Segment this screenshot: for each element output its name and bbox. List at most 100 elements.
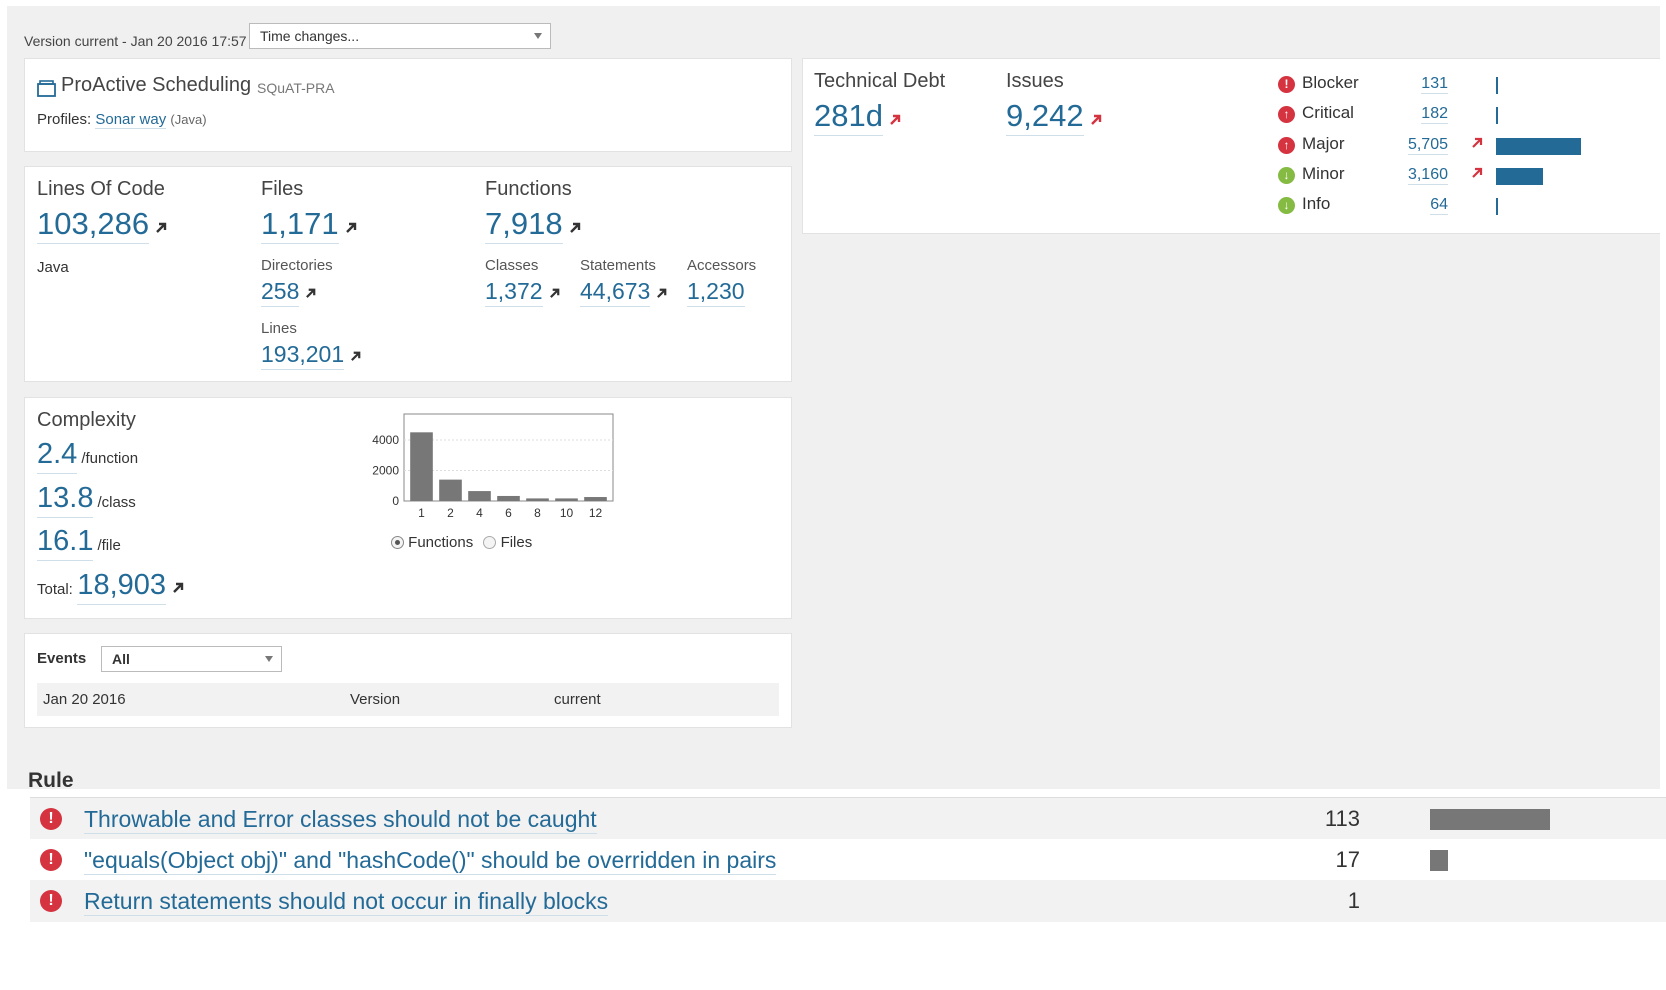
severity-count-link[interactable]: 64 [1430, 196, 1448, 215]
trend-up-icon [549, 286, 561, 304]
chart-x-tick-label: 8 [534, 506, 541, 520]
chart-plot-area [403, 413, 614, 502]
chart-x-tick-label: 10 [560, 506, 574, 520]
severity-count-link[interactable]: 131 [1421, 75, 1448, 94]
trend-up-icon [155, 221, 168, 239]
severity-name: Major [1302, 134, 1345, 153]
trend-up-icon [305, 286, 317, 304]
accessors-value[interactable]: 1,230 [687, 278, 745, 308]
loc-value[interactable]: 103,286 [37, 206, 150, 245]
complexity-file-value[interactable]: 16.1 [37, 525, 94, 561]
complexity-total-label: Total: [37, 581, 73, 598]
rule-count: 1 [1347, 888, 1360, 913]
rule-bar [1430, 809, 1550, 830]
chart-x-tick-label: 6 [505, 506, 512, 520]
profile-link[interactable]: Sonar way [95, 111, 167, 129]
event-type: Version [350, 691, 401, 708]
complexity-card: Complexity 2.4/function 13.8/class 16.1/… [24, 397, 792, 619]
technical-debt-label: Technical Debt [814, 70, 946, 92]
time-changes-value: Time changes... [260, 28, 360, 44]
files-value[interactable]: 1,171 [261, 206, 339, 245]
functions-value[interactable]: 7,918 [485, 206, 563, 245]
chart-x-tick-label: 12 [589, 506, 603, 520]
functions-radio[interactable] [391, 536, 404, 549]
chart-y-tick-label: 0 [392, 494, 399, 508]
rule-link[interactable]: Return statements should not occur in fi… [84, 888, 609, 916]
trend-up-icon [345, 221, 358, 239]
time-changes-select[interactable]: Time changes... [249, 23, 551, 49]
blocker-icon: ! [40, 890, 62, 912]
rule-row: ! Throwable and Error classes should not … [30, 798, 1666, 840]
profiles-line: Profiles: Sonar way (Java) [37, 111, 207, 129]
severity-count-link[interactable]: 5,705 [1407, 136, 1448, 155]
chart-bar [410, 432, 433, 501]
severity-row-blocker: ! Blocker 131 [1278, 73, 1638, 97]
issues-value[interactable]: 9,242 [1006, 98, 1084, 137]
technical-debt-value[interactable]: 281d [814, 98, 883, 137]
complexity-function-unit: /function [81, 450, 139, 467]
directories-label: Directories [261, 257, 333, 274]
trend-up-icon [569, 221, 582, 239]
blocker-icon: ! [40, 808, 62, 830]
critical-icon: ↑ [1278, 106, 1295, 123]
loc-measure: 103,286 [37, 206, 168, 245]
rule-row: ! "equals(Object obj)" and "hashCode()" s… [30, 839, 1666, 881]
major-icon: ↑ [1278, 137, 1295, 154]
profile-language: (Java) [170, 112, 207, 127]
chart-bar [584, 497, 607, 501]
files-label: Files [261, 178, 304, 200]
rule-bar [1430, 850, 1448, 871]
severity-name: Info [1302, 194, 1331, 213]
classes-value[interactable]: 1,372 [485, 278, 543, 308]
severity-count-link[interactable]: 182 [1421, 105, 1448, 124]
rule-link[interactable]: Throwable and Error classes should not b… [84, 806, 597, 834]
lines-value[interactable]: 193,201 [261, 341, 345, 371]
complexity-total-value[interactable]: 18,903 [77, 569, 167, 605]
classes-measure: 1,372 [485, 278, 561, 308]
chart-bar [497, 495, 520, 501]
trend-up-icon [172, 581, 185, 599]
severity-bar [1496, 107, 1498, 124]
events-label: Events [37, 650, 87, 667]
files-measure: 1,171 [261, 206, 358, 245]
chart-x-tick-label: 4 [476, 506, 483, 520]
project-icon [37, 80, 56, 102]
complexity-title: Complexity [37, 409, 136, 431]
events-filter-select[interactable]: All [101, 646, 282, 672]
project-key: SQuAT-PRA [257, 80, 335, 96]
chevron-down-icon [265, 656, 273, 662]
directories-value[interactable]: 258 [261, 278, 300, 308]
events-filter-value: All [112, 651, 130, 667]
complexity-function-value[interactable]: 2.4 [37, 438, 78, 474]
loc-label: Lines Of Code [37, 178, 165, 200]
rule-row: ! Return statements should not occur in f… [30, 880, 1666, 922]
minor-icon: ↓ [1278, 167, 1295, 184]
trend-up-icon [350, 349, 362, 367]
version-label: Version current - Jan 20 2016 17:57 [24, 33, 247, 49]
statements-measure: 44,673 [580, 278, 668, 308]
chart-bar [526, 498, 549, 501]
trend-up-red-icon [1090, 113, 1103, 131]
files-radio[interactable] [483, 536, 497, 549]
project-name: ProActive Scheduling [61, 74, 252, 96]
statements-value[interactable]: 44,673 [580, 278, 651, 308]
classes-label: Classes [485, 257, 539, 274]
rule-link[interactable]: "equals(Object obj)" and "hashCode()" sh… [84, 847, 777, 875]
chart-x-tick-label: 2 [447, 506, 454, 520]
rule-header: Rule [28, 769, 74, 792]
severity-count-link[interactable]: 3,160 [1407, 166, 1448, 185]
event-date: Jan 20 2016 [43, 691, 126, 708]
severity-bar [1496, 168, 1543, 185]
complexity-class-value[interactable]: 13.8 [37, 482, 94, 518]
profiles-label: Profiles: [37, 111, 92, 128]
directories-measure: 258 [261, 278, 317, 308]
lines-label: Lines [261, 320, 297, 337]
rule-count: 113 [1324, 806, 1360, 831]
severity-name: Minor [1302, 164, 1345, 183]
severity-row-minor: ↓ Minor 3,160 [1278, 164, 1638, 188]
info-icon: ↓ [1278, 197, 1295, 214]
chart-x-tick-label: 1 [418, 506, 425, 520]
complexity-distribution-chart: 020004000 1 2 4 6 8 10 12 [372, 413, 614, 520]
severity-bar [1496, 77, 1498, 94]
trend-up-red-icon [1471, 136, 1484, 154]
